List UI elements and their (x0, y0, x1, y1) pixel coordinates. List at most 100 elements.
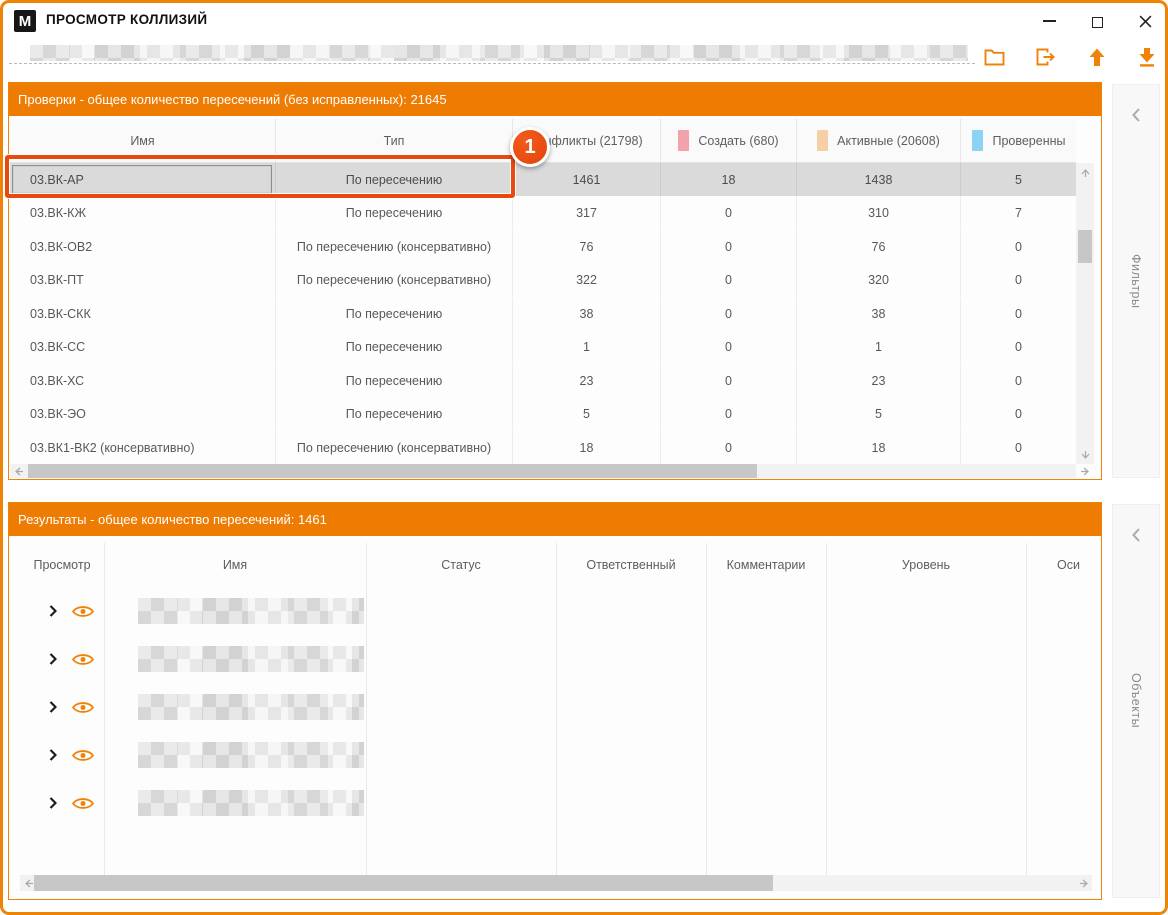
column-header-view[interactable]: Просмотр (20, 543, 104, 587)
cell-name[interactable]: 03.ВК-АР (10, 163, 276, 196)
cell-name[interactable]: 03.ВК-ЭО (10, 397, 276, 430)
cell-type[interactable]: По пересечению (276, 297, 513, 330)
visibility-button[interactable] (70, 603, 96, 619)
scroll-right-icon[interactable] (1076, 876, 1092, 890)
table-row[interactable]: 03.ВК-ЭО По пересечению 5 0 5 0 (10, 397, 1076, 430)
expand-button[interactable] (46, 796, 60, 810)
cell-name[interactable]: 03.ВК-ХС (10, 364, 276, 397)
cell-create[interactable]: 0 (661, 431, 797, 464)
export-button[interactable] (1031, 44, 1059, 70)
checks-hscrollbar[interactable] (10, 464, 1076, 478)
column-header-responsible[interactable]: Ответственный (556, 543, 706, 587)
cell-type[interactable]: По пересечению (консервативно) (276, 431, 513, 464)
hscroll-thumb[interactable] (34, 875, 773, 891)
cell-active[interactable]: 320 (797, 263, 961, 296)
cell-checked[interactable]: 0 (961, 230, 1077, 263)
cell-create[interactable]: 0 (661, 297, 797, 330)
cell-type[interactable]: По пересечению (276, 330, 513, 363)
cell-checked[interactable]: 0 (961, 330, 1077, 363)
download-button[interactable] (1133, 44, 1161, 70)
cell-create[interactable]: 0 (661, 263, 797, 296)
cell-conflicts[interactable]: 18 (513, 431, 661, 464)
visibility-button[interactable] (70, 747, 96, 763)
table-row[interactable]: 03.ВК-ОВ2 По пересечению (консервативно)… (10, 230, 1076, 263)
table-row-selected[interactable]: 03.ВК-АР По пересечению 1461 18 1438 5 (10, 163, 1076, 196)
column-header-level[interactable]: Уровень (826, 543, 1026, 587)
cell-type[interactable]: По пересечению (консервативно) (276, 230, 513, 263)
cell-name[interactable]: 03.ВК1-ВК2 (консервативно) (10, 431, 276, 464)
table-row[interactable]: 03.ВК-СС По пересечению 1 0 1 0 (10, 330, 1076, 363)
cell-active[interactable]: 76 (797, 230, 961, 263)
cell-create[interactable]: 0 (661, 330, 797, 363)
result-row[interactable] (20, 683, 1092, 731)
scroll-down-icon[interactable] (1077, 448, 1093, 462)
cell-conflicts[interactable]: 38 (513, 297, 661, 330)
cell-conflicts[interactable]: 1 (513, 330, 661, 363)
column-header-checked[interactable]: Проверенны (961, 119, 1077, 162)
table-row[interactable]: 03.ВК-ПТ По пересечению (консервативно) … (10, 263, 1076, 296)
cell-conflicts[interactable]: 5 (513, 397, 661, 430)
table-row[interactable]: 03.ВК-ХС По пересечению 23 0 23 0 (10, 364, 1076, 397)
checks-vscrollbar[interactable] (1076, 163, 1094, 464)
expand-button[interactable] (46, 652, 60, 666)
restore-button[interactable] (1081, 7, 1113, 35)
cell-type[interactable]: По пересечению (консервативно) (276, 263, 513, 296)
results-hscrollbar[interactable] (20, 875, 1092, 891)
visibility-button[interactable] (70, 651, 96, 667)
cell-conflicts[interactable]: 317 (513, 196, 661, 229)
cell-checked[interactable]: 0 (961, 397, 1077, 430)
visibility-button[interactable] (70, 699, 96, 715)
cell-type[interactable]: По пересечению (276, 364, 513, 397)
expand-button[interactable] (46, 748, 60, 762)
result-row[interactable] (20, 635, 1092, 683)
hscroll-thumb[interactable] (28, 464, 757, 478)
column-header-active[interactable]: Активные (20608) (797, 119, 961, 162)
column-header-name[interactable]: Имя (10, 119, 276, 162)
column-header-axes[interactable]: Оси (1026, 543, 1092, 587)
cell-type[interactable]: По пересечению (276, 163, 513, 196)
side-tab-objects[interactable]: Объекты (1112, 504, 1160, 898)
cell-name[interactable]: 03.ВК-ПТ (10, 263, 276, 296)
scroll-left-icon[interactable] (10, 464, 26, 478)
column-header-conflicts[interactable]: Конфликты (21798) (513, 119, 661, 162)
cell-conflicts[interactable]: 1461 (513, 163, 661, 196)
side-tab-filters[interactable]: Фильтры (1112, 84, 1160, 478)
cell-checked[interactable]: 7 (961, 196, 1077, 229)
result-row[interactable] (20, 731, 1092, 779)
cell-checked[interactable]: 0 (961, 431, 1077, 464)
cell-name[interactable]: 03.ВК-КЖ (10, 196, 276, 229)
scroll-right-icon[interactable] (1077, 464, 1093, 478)
column-header-type[interactable]: Тип (276, 119, 513, 162)
cell-type[interactable]: По пересечению (276, 397, 513, 430)
cell-conflicts[interactable]: 76 (513, 230, 661, 263)
column-header-status[interactable]: Статус (366, 543, 556, 587)
cell-checked[interactable]: 0 (961, 364, 1077, 397)
vscroll-thumb[interactable] (1078, 230, 1092, 263)
expand-button[interactable] (46, 700, 60, 714)
table-row[interactable]: 03.ВК-СКК По пересечению 38 0 38 0 (10, 297, 1076, 330)
close-button[interactable] (1129, 7, 1161, 35)
cell-name[interactable]: 03.ВК-СС (10, 330, 276, 363)
cell-active[interactable]: 23 (797, 364, 961, 397)
result-row[interactable] (20, 779, 1092, 827)
cell-conflicts[interactable]: 322 (513, 263, 661, 296)
open-folder-button[interactable] (980, 44, 1008, 70)
upload-button[interactable] (1083, 44, 1111, 70)
cell-create[interactable]: 0 (661, 397, 797, 430)
cell-create[interactable]: 0 (661, 196, 797, 229)
cell-create[interactable]: 0 (661, 230, 797, 263)
column-header-name[interactable]: Имя (104, 543, 366, 587)
cell-create[interactable]: 0 (661, 364, 797, 397)
cell-active[interactable]: 18 (797, 431, 961, 464)
cell-checked[interactable]: 0 (961, 263, 1077, 296)
visibility-button[interactable] (70, 795, 96, 811)
expand-button[interactable] (46, 604, 60, 618)
minimize-button[interactable] (1033, 7, 1065, 35)
cell-active[interactable]: 38 (797, 297, 961, 330)
cell-conflicts[interactable]: 23 (513, 364, 661, 397)
cell-name[interactable]: 03.ВК-СКК (10, 297, 276, 330)
table-row[interactable]: 03.ВК-КЖ По пересечению 317 0 310 7 (10, 196, 1076, 229)
result-row[interactable] (20, 587, 1092, 635)
cell-type[interactable]: По пересечению (276, 196, 513, 229)
cell-active[interactable]: 1438 (797, 163, 961, 196)
